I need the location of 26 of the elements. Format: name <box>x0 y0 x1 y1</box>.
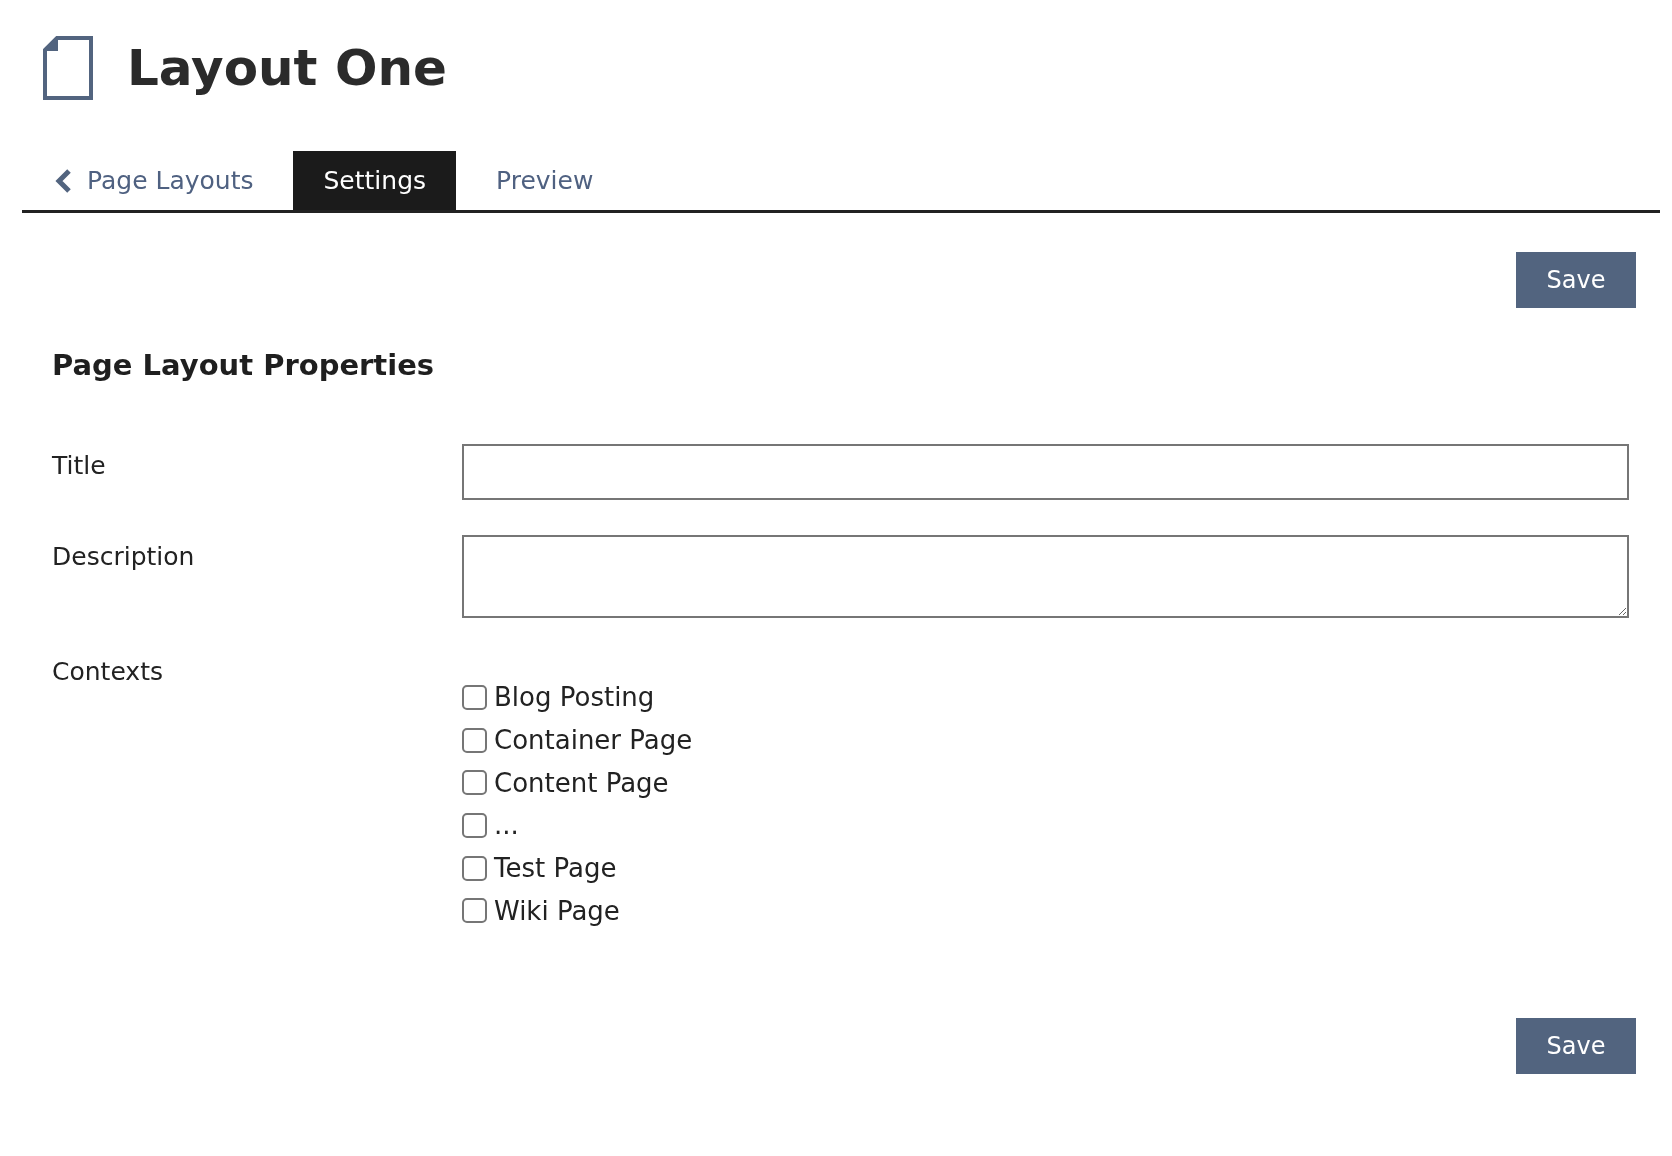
description-textarea[interactable] <box>462 535 1629 618</box>
checkbox-label[interactable]: Container Page <box>494 724 693 757</box>
checkbox-label[interactable]: Content Page <box>494 766 669 799</box>
checkbox-label[interactable]: Wiki Page <box>494 894 620 927</box>
field-label: Title <box>52 450 107 481</box>
tab[interactable]: Preview <box>466 151 624 210</box>
checkbox[interactable] <box>462 812 487 838</box>
checkbox[interactable] <box>462 855 487 881</box>
document-icon <box>43 36 93 100</box>
chevron-left-icon <box>55 168 73 193</box>
checkbox[interactable] <box>462 727 487 753</box>
save-button[interactable]: Save <box>1516 252 1636 308</box>
checkbox[interactable] <box>462 770 487 796</box>
title-input[interactable] <box>462 444 1629 500</box>
back-link[interactable]: Page Layouts <box>22 151 284 210</box>
checkbox-label[interactable]: Test Page <box>494 852 617 885</box>
page-title: Layout One <box>127 38 447 99</box>
save-button[interactable]: Save <box>1516 1018 1636 1075</box>
checkbox[interactable] <box>462 898 487 924</box>
section-heading: Page Layout Properties <box>52 347 436 384</box>
checkbox[interactable] <box>462 684 487 710</box>
tab[interactable]: Settings <box>293 151 457 210</box>
field-label: Description <box>52 541 196 572</box>
checkbox-label[interactable]: ... <box>494 809 519 842</box>
checkbox-label[interactable]: Blog Posting <box>494 681 655 714</box>
field-label: Contexts <box>52 657 164 687</box>
